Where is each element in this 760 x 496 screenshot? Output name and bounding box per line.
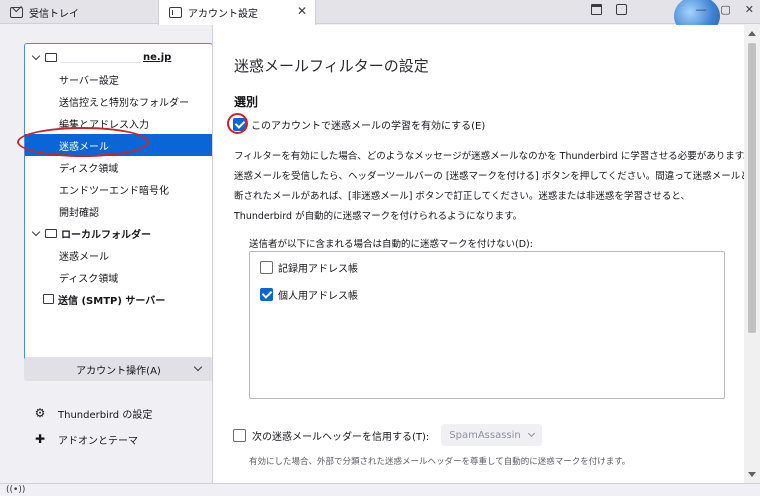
sidebar-item-label: エンドツーエンド暗号化 bbox=[59, 185, 169, 197]
vertical-scrollbar[interactable] bbox=[744, 25, 760, 483]
tab-account-settings[interactable]: アカウント設定 ✕ bbox=[158, 0, 316, 25]
calendar-icon[interactable] bbox=[591, 4, 603, 15]
sidebar-item-label: 開封確認 bbox=[59, 207, 99, 219]
description-line: フィルターを有効にした場合、どのようなメッセージが迷惑メールなのかを Thund… bbox=[234, 151, 744, 162]
sidebar-item-disk-space[interactable]: ディスク領域 bbox=[25, 156, 212, 178]
smtp-server-item[interactable]: 送信 (SMTP) サーバー bbox=[25, 288, 212, 310]
page-title: 迷惑メールフィルターの設定 bbox=[234, 57, 429, 75]
address-book-item[interactable]: 記録用アドレス帳 bbox=[260, 260, 358, 275]
addons-themes-link[interactable]: ✚ アドオンとテーマ bbox=[35, 429, 138, 449]
sidebar: ne.jp サーバー設定 送信控えと特別なフォルダー 編集とアドレス入力 迷惑メ… bbox=[0, 25, 228, 483]
address-book-label: 個人用アドレス帳 bbox=[278, 291, 358, 302]
window-controls: — ▢ ✕ bbox=[591, 3, 754, 16]
enable-junk-learning-checkbox[interactable]: このアカウントで迷惑メールの学習を有効にする(E) bbox=[233, 117, 485, 132]
description-line: 迷惑メールを受信したら、ヘッダーツールバーの [迷惑マークを付ける] ボタンを押… bbox=[234, 171, 744, 182]
sidebar-item-local-disk-space[interactable]: ディスク領域 bbox=[25, 266, 212, 288]
spam-header-select[interactable]: SpamAssassin bbox=[441, 424, 542, 446]
junk-settings-panel: 迷惑メールフィルターの設定 選別 このアカウントで迷惑メールの学習を有効にする(… bbox=[212, 25, 744, 483]
folder-icon bbox=[45, 228, 57, 238]
account-tree: ne.jp サーバー設定 送信控えと特別なフォルダー 編集とアドレス入力 迷惑メ… bbox=[24, 43, 213, 378]
outbox-icon bbox=[43, 294, 54, 304]
local-folders-root[interactable]: ローカルフォルダー bbox=[25, 222, 212, 244]
thunderbird-settings-label: Thunderbird の設定 bbox=[58, 409, 153, 421]
description-line: Thunderbird が自動的に迷惑マークを付けられるようになります。 bbox=[234, 211, 523, 222]
sidebar-item-label: サーバー設定 bbox=[59, 75, 119, 87]
address-book-checkbox[interactable] bbox=[260, 288, 273, 301]
tab-account-settings-label: アカウント設定 bbox=[188, 9, 258, 20]
scroll-down-icon[interactable] bbox=[748, 472, 756, 477]
sidebar-item-server-settings[interactable]: サーバー設定 bbox=[25, 68, 212, 90]
status-bar: ((•)) bbox=[0, 483, 760, 496]
enable-junk-label: このアカウントで迷惑メールの学習を有効にする(E) bbox=[251, 121, 486, 132]
mail-icon bbox=[10, 6, 23, 18]
chevron-down-icon[interactable] bbox=[31, 227, 41, 236]
description-line: 断されたメールがあれば、[非迷惑メール] ボタンで訂正してください。迷惑または非… bbox=[234, 191, 690, 202]
sidebar-item-local-junk[interactable]: 迷惑メール bbox=[25, 244, 212, 266]
envelope-icon bbox=[45, 52, 57, 62]
account-actions-label: アカウント操作(A) bbox=[76, 365, 161, 377]
smtp-label: 送信 (SMTP) サーバー bbox=[58, 295, 166, 307]
account-settings-icon bbox=[169, 7, 182, 18]
trust-header-checkbox[interactable] bbox=[233, 428, 246, 442]
annotation-oval bbox=[17, 127, 149, 157]
redacted-email bbox=[61, 51, 141, 63]
tab-inbox-label: 受信トレイ bbox=[29, 8, 79, 20]
address-book-list: 記録用アドレス帳 個人用アドレス帳 bbox=[249, 251, 725, 399]
tab-bar: 受信トレイ アカウント設定 ✕ — ▢ ✕ bbox=[0, 0, 760, 36]
tasks-icon[interactable] bbox=[616, 4, 628, 15]
trust-header-label: 次の迷惑メールヘッダーを信用する(T): bbox=[252, 431, 430, 443]
tab-inbox[interactable]: 受信トレイ bbox=[0, 0, 158, 24]
chevron-down-icon bbox=[527, 429, 535, 438]
close-window-button[interactable]: ✕ bbox=[745, 3, 754, 16]
address-book-checkbox[interactable] bbox=[260, 261, 273, 274]
whitelist-label: 送信者が以下に含まれる場合は自動的に迷惑マークを付けない(D): bbox=[249, 239, 533, 250]
chevron-down-icon bbox=[193, 362, 203, 372]
trust-header-note: 有効にした場合、外部で分類された迷惑メールヘッダーを尊重して自動的に迷惑マークを… bbox=[249, 457, 631, 467]
puzzle-icon: ✚ bbox=[34, 432, 46, 446]
maximize-button[interactable]: ▢ bbox=[720, 3, 730, 16]
section-heading: 選別 bbox=[234, 95, 259, 109]
annotation-circle bbox=[227, 113, 248, 134]
sidebar-item-copies-folders[interactable]: 送信控えと特別なフォルダー bbox=[25, 90, 212, 112]
account-actions-button[interactable]: アカウント操作(A) bbox=[24, 357, 213, 381]
scroll-thumb[interactable] bbox=[748, 43, 756, 333]
sidebar-item-e2e-encryption[interactable]: エンドツーエンド暗号化 bbox=[25, 178, 212, 200]
chevron-down-icon[interactable] bbox=[31, 51, 41, 60]
spam-header-select-value: SpamAssassin bbox=[449, 429, 521, 441]
scroll-up-icon[interactable] bbox=[748, 31, 756, 36]
activity-icon[interactable]: ((•)) bbox=[6, 485, 25, 495]
trust-header-row: 次の迷惑メールヘッダーを信用する(T): SpamAssassin bbox=[233, 424, 542, 446]
junk-description: フィルターを有効にした場合、どのようなメッセージが迷惑メールなのかを Thund… bbox=[234, 147, 744, 227]
sidebar-item-return-receipts[interactable]: 開封確認 bbox=[25, 200, 212, 222]
close-tab-icon[interactable]: ✕ bbox=[297, 4, 307, 18]
sidebar-item-label: 迷惑メール bbox=[59, 251, 109, 263]
thunderbird-settings-link[interactable]: ⚙ Thunderbird の設定 bbox=[35, 403, 153, 423]
sidebar-item-label: ディスク領域 bbox=[59, 163, 119, 175]
address-book-item[interactable]: 個人用アドレス帳 bbox=[260, 287, 358, 302]
sidebar-item-label: ディスク領域 bbox=[59, 273, 119, 285]
minimize-button[interactable]: — bbox=[695, 3, 706, 16]
gear-icon: ⚙ bbox=[34, 406, 46, 420]
local-folders-label: ローカルフォルダー bbox=[61, 229, 151, 241]
account-email: ne.jp bbox=[143, 51, 172, 63]
sidebar-item-label: 送信控えと特別なフォルダー bbox=[59, 97, 189, 109]
account-root[interactable]: ne.jp bbox=[25, 46, 212, 68]
addons-themes-label: アドオンとテーマ bbox=[58, 435, 138, 447]
address-book-label: 記録用アドレス帳 bbox=[278, 264, 358, 275]
